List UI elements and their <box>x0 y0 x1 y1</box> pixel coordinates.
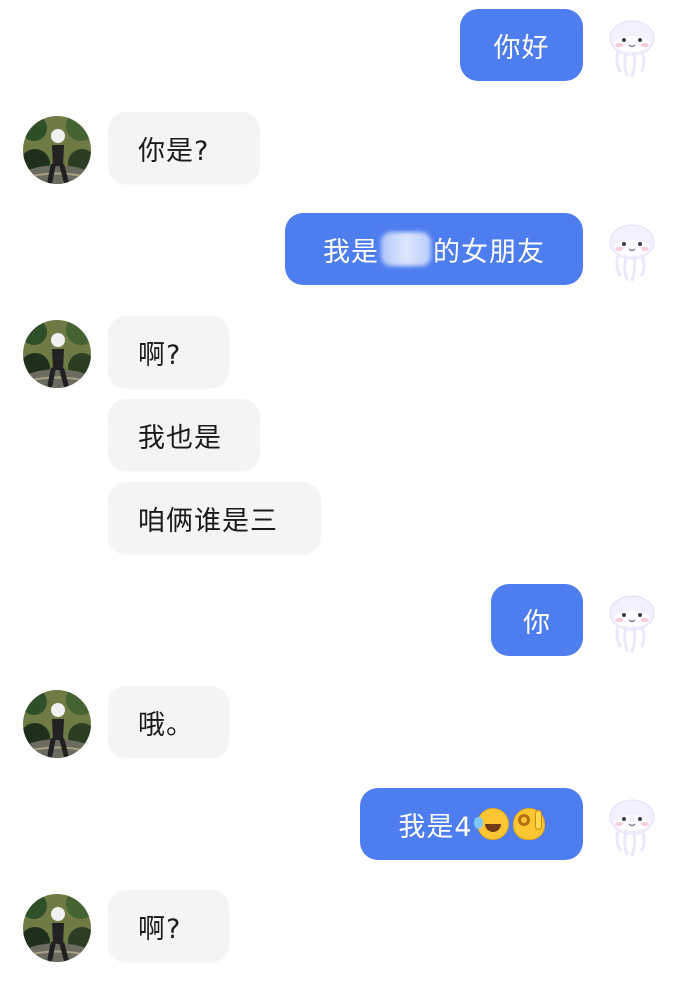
person-photo-avatar-icon <box>23 320 91 388</box>
message-row-incoming: 咱俩谁是三 <box>0 482 690 554</box>
message-row-incoming: 啊? <box>0 890 690 962</box>
rolling-on-floor-laughing-icon <box>473 808 509 840</box>
message-row-incoming: 你是? <box>0 112 690 184</box>
user-avatar-jellyfish[interactable] <box>598 217 666 285</box>
message-text: 哦。 <box>138 709 194 741</box>
outgoing-message-bubble[interactable]: 我是 的女朋友 <box>285 213 583 285</box>
message-text-before-name: 我是 <box>323 236 379 268</box>
contact-avatar[interactable] <box>23 320 91 388</box>
contact-avatar[interactable] <box>23 894 91 962</box>
outgoing-message-bubble[interactable]: 你 <box>491 584 583 656</box>
message-row-outgoing: 你好 <box>0 9 690 81</box>
incoming-message-bubble[interactable]: 啊? <box>108 890 229 962</box>
message-row-incoming: 啊? <box>0 316 690 388</box>
message-text: 我也是 <box>138 422 222 454</box>
message-text: 你好 <box>493 32 550 64</box>
person-photo-avatar-icon <box>23 894 91 962</box>
message-row-incoming: 我也是 <box>0 399 690 471</box>
chat-conversation: 你好 你是? 我是 的女朋友 啊? 我也是 咱俩谁是三 你 哦。 我是4 啊? <box>0 0 690 986</box>
incoming-message-bubble[interactable]: 你是? <box>108 112 260 184</box>
user-avatar-jellyfish[interactable] <box>598 588 666 656</box>
message-row-outgoing: 你 <box>0 584 690 656</box>
person-photo-avatar-icon <box>23 690 91 758</box>
outgoing-message-bubble[interactable]: 我是4 <box>360 788 583 860</box>
message-text: 你是? <box>138 135 210 167</box>
message-row-incoming: 哦。 <box>0 686 690 758</box>
user-avatar-jellyfish[interactable] <box>598 792 666 860</box>
message-row-outgoing: 我是4 <box>0 788 690 860</box>
user-avatar-jellyfish[interactable] <box>598 13 666 81</box>
incoming-message-bubble[interactable]: 我也是 <box>108 399 260 471</box>
jellyfish-avatar-icon <box>598 792 666 860</box>
incoming-message-bubble[interactable]: 咱俩谁是三 <box>108 482 321 554</box>
jellyfish-avatar-icon <box>598 217 666 285</box>
incoming-message-bubble[interactable]: 哦。 <box>108 686 229 758</box>
jellyfish-avatar-icon <box>598 13 666 81</box>
blurred-name <box>381 232 431 266</box>
message-text: 我是4 <box>398 811 473 843</box>
contact-avatar[interactable] <box>23 116 91 184</box>
message-text: 啊? <box>138 913 182 945</box>
outgoing-message-bubble[interactable]: 你好 <box>460 9 583 81</box>
ok-hand-icon <box>512 808 545 840</box>
message-text-after-name: 的女朋友 <box>433 236 545 268</box>
contact-avatar[interactable] <box>23 690 91 758</box>
incoming-message-bubble[interactable]: 啊? <box>108 316 229 388</box>
person-photo-avatar-icon <box>23 116 91 184</box>
message-row-outgoing: 我是 的女朋友 <box>0 213 690 285</box>
message-text: 啊? <box>138 339 182 371</box>
message-text: 咱俩谁是三 <box>138 505 278 537</box>
jellyfish-avatar-icon <box>598 588 666 656</box>
message-text: 你 <box>523 607 551 639</box>
